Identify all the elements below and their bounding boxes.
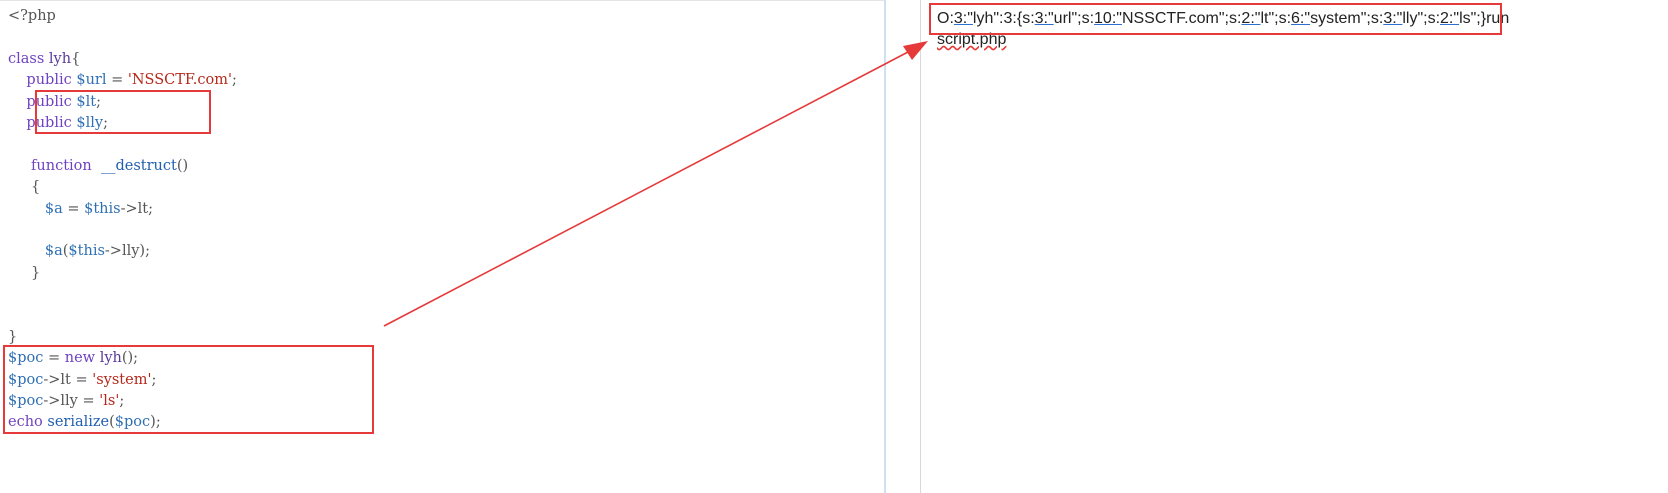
code-token: $this <box>68 243 105 260</box>
code-token: { <box>71 50 81 67</box>
code-token: } <box>8 264 41 281</box>
code-line: } <box>8 263 237 284</box>
code-token: __destruct <box>100 157 177 174</box>
code-token: ->lly); <box>104 243 150 260</box>
code-token: class <box>8 50 49 67</box>
code-token: = <box>106 72 128 89</box>
code-line: <?php <box>8 6 237 27</box>
code-token: { <box>8 179 41 196</box>
code-token: $a <box>8 243 63 260</box>
code-token: public <box>8 72 77 89</box>
editor-top-border <box>0 0 884 1</box>
code-token: = <box>62 200 85 217</box>
code-token: () <box>176 157 189 174</box>
code-token: ->lt; <box>120 200 154 217</box>
highlight-box-poc-code <box>3 345 374 434</box>
code-line: class lyh{ <box>8 49 237 70</box>
code-line: $a($this->lly); <box>8 241 237 262</box>
code-line: { <box>8 177 237 198</box>
code-line: $a = $this->lt; <box>8 199 237 220</box>
code-token: ; <box>231 72 237 89</box>
code-token: } <box>8 328 18 345</box>
highlight-box-properties <box>35 90 211 134</box>
code-token: $a <box>8 200 63 217</box>
code-token: <?php <box>8 8 56 24</box>
code-token: 'NSSCTF.com' <box>127 72 232 89</box>
output-pane[interactable]: O:3:"lyh":3:{s:3:"url";s:10:"NSSCTF.com"… <box>920 0 1668 493</box>
highlight-box-output <box>929 3 1502 35</box>
code-line: function __destruct() <box>8 156 237 177</box>
code-line: public $url = 'NSSCTF.com'; <box>8 70 237 91</box>
code-token: lyh <box>48 50 72 67</box>
code-token: function <box>8 157 101 174</box>
code-token: $url <box>76 72 107 89</box>
code-token: $this <box>84 200 121 217</box>
